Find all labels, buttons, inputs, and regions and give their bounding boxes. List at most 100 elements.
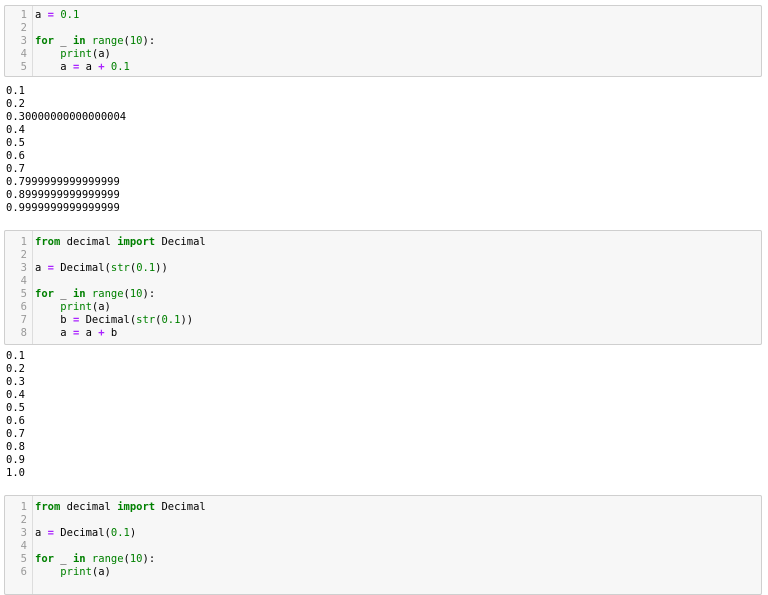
output-line: 0.4 bbox=[6, 389, 25, 401]
code-token: ): bbox=[142, 35, 156, 47]
code-token: range bbox=[91, 288, 124, 300]
code-text: print(a) bbox=[35, 48, 111, 61]
line-number: 2 bbox=[20, 22, 27, 34]
code-token: ): bbox=[142, 553, 156, 565]
code-line[interactable]: 6 print(a) bbox=[5, 566, 761, 579]
code-text: b = Decimal(str(0.1)) bbox=[35, 314, 193, 327]
output-line: 0.7 bbox=[6, 163, 25, 175]
code-text: a = a + 0.1 bbox=[35, 61, 130, 74]
line-number: 1 bbox=[20, 501, 27, 513]
output-line: 0.6 bbox=[6, 150, 25, 162]
line-number: 1 bbox=[20, 236, 27, 248]
output-line: 0.30000000000000004 bbox=[6, 111, 127, 123]
code-token: in bbox=[72, 553, 86, 565]
code-token: import bbox=[117, 501, 156, 513]
output-line: 0.9999999999999999 bbox=[6, 202, 120, 214]
code-token: (a) bbox=[91, 301, 111, 313]
code-line[interactable]: 5 for _ in range(10): bbox=[5, 553, 761, 566]
code-line[interactable]: 1 from decimal import Decimal bbox=[5, 236, 761, 249]
code-text: print(a) bbox=[35, 566, 111, 579]
code-token: 0.1 bbox=[110, 527, 130, 539]
code-line[interactable]: 1 a = 0.1 bbox=[5, 9, 761, 22]
code-editor[interactable]: 1a = 0.1 2 3 for _ in range(10): 4 print(a) 5… bbox=[5, 9, 761, 74]
code-token: print bbox=[60, 48, 92, 60]
output-line: 0.7999999999999999 bbox=[6, 176, 120, 188]
line-number: 7 bbox=[20, 314, 27, 326]
code-text: from decimal import Decimal bbox=[35, 501, 206, 514]
output-line: 0.6 bbox=[6, 415, 25, 427]
code-editor[interactable]: 1 from decimal import Decimal 2 3 a = Decima… bbox=[5, 501, 761, 579]
output-line: 0.5 bbox=[6, 402, 25, 414]
code-token: str bbox=[110, 262, 130, 274]
code-token: a bbox=[35, 61, 73, 73]
code-text: from decimal import Decimal bbox=[35, 236, 206, 249]
output-line: 0.1 bbox=[6, 350, 25, 362]
code-token: decimal bbox=[60, 501, 118, 513]
code-token: range bbox=[91, 35, 124, 47]
code-cell-2[interactable]: 1 from decimal import Decimal 2 3 a = Decima… bbox=[4, 230, 762, 345]
code-token: _ bbox=[53, 35, 73, 47]
code-line[interactable]: 7 b = Decimal(str(0.1)) bbox=[5, 314, 761, 327]
code-line[interactable]: 5 for _ in range(10): bbox=[5, 288, 761, 301]
output-line: 0.2 bbox=[6, 363, 25, 375]
line-number: 3 bbox=[20, 527, 27, 539]
line-number: 4 bbox=[20, 48, 27, 60]
code-token: for bbox=[35, 35, 54, 47]
line-number: 2 bbox=[20, 514, 27, 526]
code-token: from bbox=[35, 501, 61, 513]
line-number: 5 bbox=[20, 288, 27, 300]
code-token: )) bbox=[155, 262, 168, 274]
code-token: Decimal( bbox=[53, 262, 111, 274]
code-line[interactable]: 2 bbox=[5, 22, 761, 35]
code-line[interactable]: 8 a = a + b bbox=[5, 327, 761, 340]
code-text: for _ in range(10): bbox=[35, 553, 155, 566]
code-line[interactable]: 4 print(a) bbox=[5, 48, 761, 61]
code-line[interactable]: 4 bbox=[5, 275, 761, 288]
code-token: import bbox=[117, 236, 156, 248]
line-number: 4 bbox=[20, 540, 27, 552]
output-line: 0.1 bbox=[6, 85, 25, 97]
code-token: _ bbox=[53, 288, 73, 300]
code-line[interactable]: 3 a = Decimal(str(0.1)) bbox=[5, 262, 761, 275]
code-line[interactable]: 6 print(a) bbox=[5, 301, 761, 314]
code-token: 10 bbox=[129, 553, 143, 565]
code-cell-1[interactable]: 1a = 0.1 2 3 for _ in range(10): 4 print(a) 5… bbox=[4, 5, 762, 77]
code-token: Decimal( bbox=[53, 527, 111, 539]
code-token: range bbox=[91, 553, 124, 565]
line-number: 5 bbox=[20, 61, 27, 73]
code-editor[interactable]: 1 from decimal import Decimal 2 3 a = Decima… bbox=[5, 236, 761, 340]
code-token: a bbox=[35, 327, 73, 339]
output-line: 0.4 bbox=[6, 124, 25, 136]
cell-output-1: 0.1 0.2 0.30000000000000004 0.4 0.5 0.6 0.7 0.7… bbox=[6, 85, 126, 215]
output-line: 0.9 bbox=[6, 454, 25, 466]
code-token: )) bbox=[180, 314, 194, 326]
code-token: print bbox=[60, 301, 92, 313]
code-text: a = 0.1 bbox=[35, 9, 79, 22]
line-number: 6 bbox=[20, 301, 27, 313]
code-token: 10 bbox=[129, 35, 143, 47]
code-token: in bbox=[72, 288, 86, 300]
output-line: 0.2 bbox=[6, 98, 25, 110]
code-line[interactable]: 2 bbox=[5, 249, 761, 262]
line-number: 2 bbox=[20, 249, 27, 261]
code-token: Decimal bbox=[155, 236, 206, 248]
code-line[interactable]: 3 for _ in range(10): bbox=[5, 35, 761, 48]
code-token: ): bbox=[142, 288, 156, 300]
line-number: 4 bbox=[20, 275, 27, 287]
code-token: 10 bbox=[129, 288, 143, 300]
code-token: 0.1 bbox=[136, 262, 156, 274]
line-number: 3 bbox=[20, 262, 27, 274]
code-line[interactable]: 2 bbox=[5, 514, 761, 527]
code-text: for _ in range(10): bbox=[35, 35, 155, 48]
code-line[interactable]: 1 from decimal import Decimal bbox=[5, 501, 761, 514]
code-line[interactable]: 5 a = a + 0.1 bbox=[5, 61, 761, 74]
code-text: a = Decimal(str(0.1)) bbox=[35, 262, 168, 275]
output-line: 1.0 bbox=[6, 467, 25, 479]
code-line[interactable]: 3 a = Decimal(0.1) bbox=[5, 527, 761, 540]
code-token: Decimal( bbox=[79, 314, 137, 326]
code-token: (a) bbox=[91, 48, 111, 60]
code-line[interactable]: 4 bbox=[5, 540, 761, 553]
code-cell-3[interactable]: 1 from decimal import Decimal 2 3 a = Decima… bbox=[4, 495, 762, 595]
